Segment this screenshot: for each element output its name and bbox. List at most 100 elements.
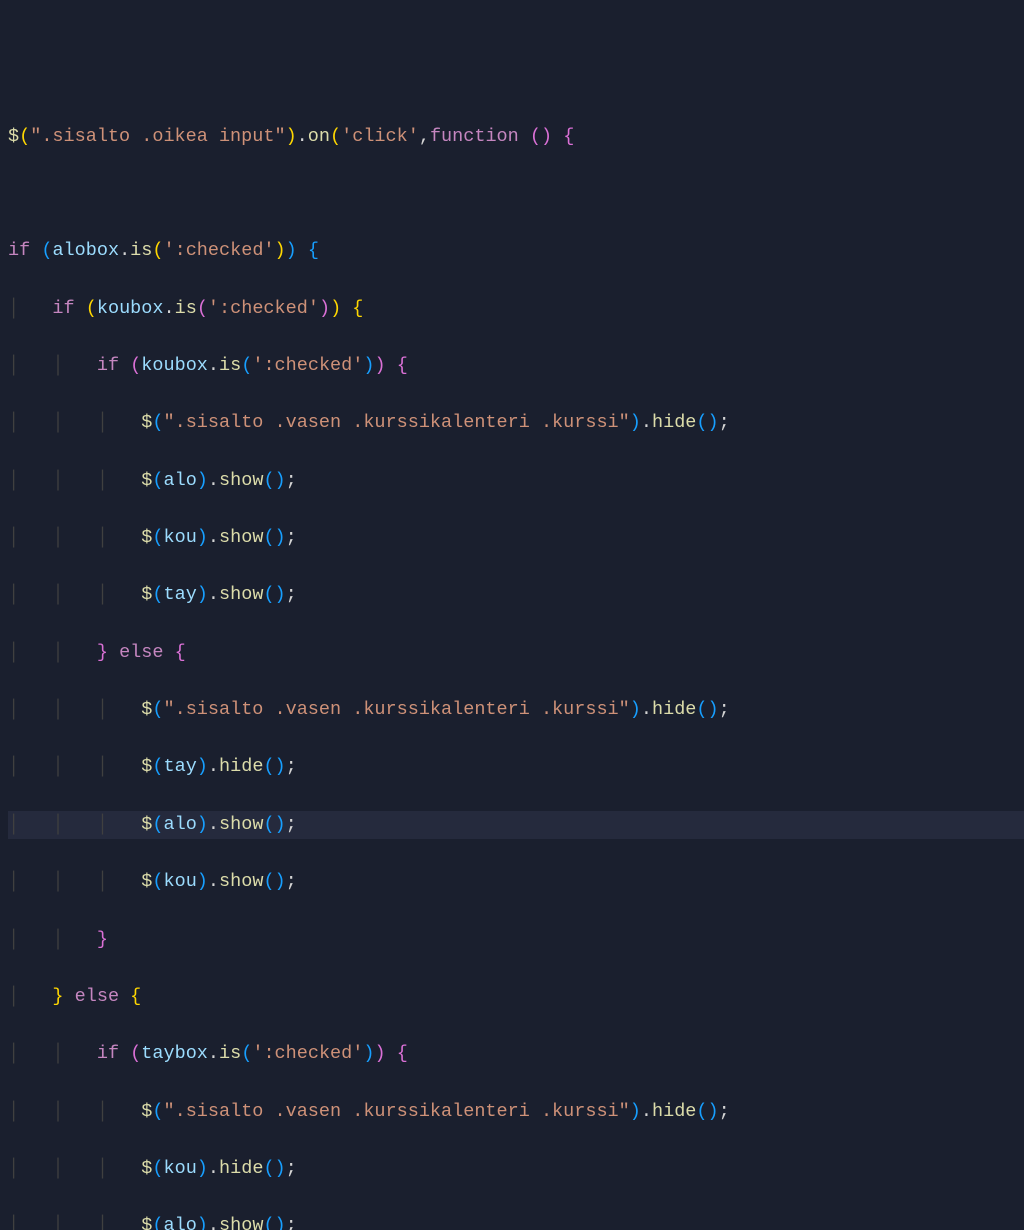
code-token: koubox	[97, 298, 164, 319]
code-token: hide	[652, 699, 696, 720]
code-token: show	[219, 584, 263, 605]
code-token: (	[152, 756, 163, 777]
code-token: $	[141, 470, 152, 491]
code-token: is	[219, 1043, 241, 1064]
code-token: (	[86, 298, 97, 319]
code-line[interactable]: │ } else {	[8, 983, 1024, 1012]
code-line[interactable]	[8, 180, 1024, 209]
code-token: show	[219, 470, 263, 491]
code-token: $	[8, 126, 19, 147]
code-token: )	[330, 298, 341, 319]
code-token: (	[241, 1043, 252, 1064]
code-token: is	[130, 240, 152, 261]
code-line[interactable]: │ if (koubox.is(':checked')) {	[8, 295, 1024, 324]
code-token: (	[330, 126, 341, 147]
code-token: hide	[652, 412, 696, 433]
code-token: )	[286, 240, 297, 261]
code-token: }	[97, 642, 108, 663]
code-line[interactable]: if (alobox.is(':checked')) {	[8, 237, 1024, 266]
code-token: )	[374, 1043, 385, 1064]
code-token: hide	[219, 1158, 263, 1179]
code-token: {	[130, 986, 141, 1007]
code-token: )	[286, 126, 297, 147]
code-line[interactable]: │ │ │ $(alo).show();	[8, 467, 1024, 496]
code-token: ':checked'	[252, 355, 363, 376]
code-line[interactable]: │ │ │ $(".sisalto .vasen .kurssikalenter…	[8, 696, 1024, 725]
code-token: on	[308, 126, 330, 147]
code-line[interactable]: │ │ │ $(alo).show();	[8, 1212, 1024, 1230]
code-token: .	[208, 355, 219, 376]
code-token: (	[263, 756, 274, 777]
code-token: (	[152, 871, 163, 892]
code-token: alobox	[52, 240, 119, 261]
code-token: else	[119, 642, 163, 663]
code-token	[163, 642, 174, 663]
code-line[interactable]: │ │ │ $(alo).show();	[8, 811, 1024, 840]
code-token: )	[197, 814, 208, 835]
code-token	[341, 298, 352, 319]
code-token: )	[275, 814, 286, 835]
code-token: $	[141, 1101, 152, 1122]
code-token: (	[152, 527, 163, 548]
code-token: (	[263, 470, 274, 491]
code-token: ':checked'	[164, 240, 275, 261]
code-token: kou	[163, 527, 196, 548]
code-line[interactable]: │ │ │ $(tay).hide();	[8, 753, 1024, 782]
code-line[interactable]: │ │ │ $(kou).show();	[8, 524, 1024, 553]
code-token: ;	[286, 814, 297, 835]
code-token: ;	[286, 871, 297, 892]
code-token: )	[197, 871, 208, 892]
code-token: .	[208, 584, 219, 605]
code-line[interactable]: │ │ │ $(kou).show();	[8, 868, 1024, 897]
code-token: function	[430, 126, 519, 147]
code-token: (	[241, 355, 252, 376]
code-token: ;	[286, 1158, 297, 1179]
code-token: .	[208, 1215, 219, 1230]
code-token: )	[319, 298, 330, 319]
code-token	[119, 1043, 130, 1064]
code-line[interactable]: $(".sisalto .oikea input").on('click',fu…	[8, 123, 1024, 152]
code-token	[519, 126, 530, 147]
code-token: ;	[286, 756, 297, 777]
code-token	[75, 298, 86, 319]
code-token: )	[275, 584, 286, 605]
code-token: (	[152, 412, 163, 433]
code-token: ".sisalto .vasen .kurssikalenteri .kurss…	[163, 699, 629, 720]
code-token: is	[219, 355, 241, 376]
code-token: )	[630, 1101, 641, 1122]
code-token: ;	[719, 412, 730, 433]
code-token: $	[141, 1215, 152, 1230]
code-token: ;	[286, 470, 297, 491]
code-token: )	[197, 756, 208, 777]
code-line[interactable]: │ │ │ $(kou).hide();	[8, 1155, 1024, 1184]
code-token: (	[152, 1158, 163, 1179]
code-token: is	[175, 298, 197, 319]
code-token: (	[530, 126, 541, 147]
code-token: $	[141, 412, 152, 433]
code-line[interactable]: │ │ if (koubox.is(':checked')) {	[8, 352, 1024, 381]
code-token: {	[352, 298, 363, 319]
code-token: )	[275, 1158, 286, 1179]
code-editor[interactable]: $(".sisalto .oikea input").on('click',fu…	[8, 123, 1024, 1230]
code-token: )	[708, 412, 719, 433]
code-token: (	[696, 412, 707, 433]
code-token: )	[197, 584, 208, 605]
code-token: (	[263, 814, 274, 835]
code-token	[64, 986, 75, 1007]
code-token	[552, 126, 563, 147]
code-token: {	[397, 355, 408, 376]
code-line[interactable]: │ │ }	[8, 926, 1024, 955]
code-line[interactable]: │ │ │ $(".sisalto .vasen .kurssikalenter…	[8, 409, 1024, 438]
code-token: $	[141, 814, 152, 835]
code-token: )	[197, 470, 208, 491]
code-line[interactable]: │ │ if (taybox.is(':checked')) {	[8, 1040, 1024, 1069]
code-token: (	[197, 298, 208, 319]
code-line[interactable]: │ │ │ $(".sisalto .vasen .kurssikalenter…	[8, 1098, 1024, 1127]
code-token: $	[141, 1158, 152, 1179]
code-line[interactable]: │ │ │ $(tay).show();	[8, 581, 1024, 610]
code-token: )	[708, 1101, 719, 1122]
code-token: (	[152, 470, 163, 491]
code-token: ".sisalto .vasen .kurssikalenteri .kurss…	[163, 412, 629, 433]
code-line[interactable]: │ │ } else {	[8, 639, 1024, 668]
code-token	[119, 355, 130, 376]
